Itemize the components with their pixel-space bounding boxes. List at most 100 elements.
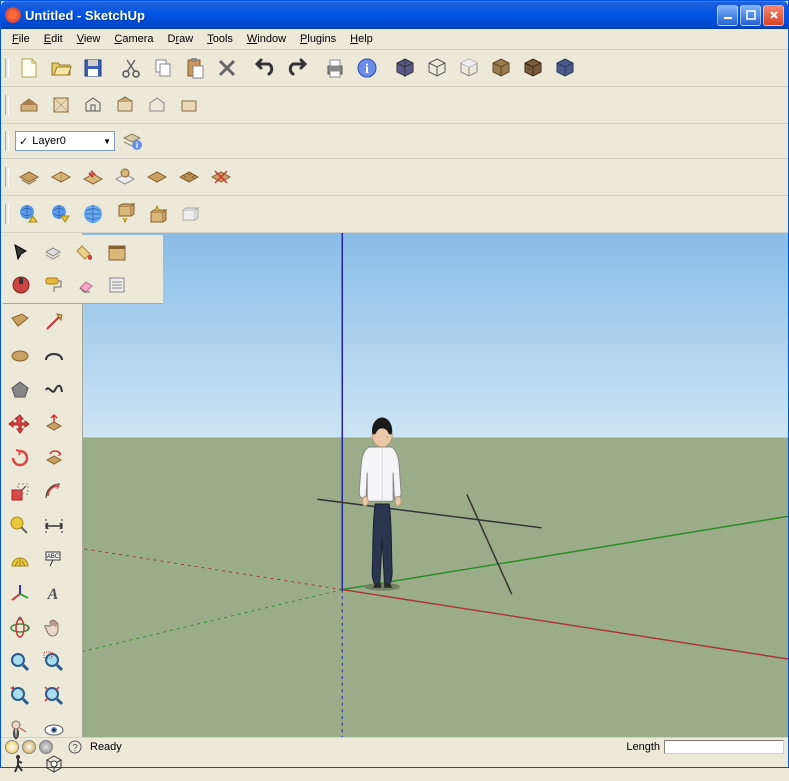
preview-earth-button[interactable] — [78, 199, 108, 229]
redo-button[interactable] — [282, 53, 312, 83]
svg-text:i: i — [136, 141, 138, 150]
polygon-tool-button[interactable] — [4, 374, 36, 406]
style-textured-button[interactable] — [518, 53, 548, 83]
materials-button[interactable] — [102, 238, 132, 268]
svg-text:?: ? — [72, 743, 78, 754]
view-front-house-button[interactable] — [78, 90, 108, 120]
menu-tools[interactable]: Tools — [200, 31, 240, 47]
paint-roll-button[interactable] — [38, 270, 68, 300]
menu-plugins[interactable]: Plugins — [293, 31, 343, 47]
protractor-tool-button[interactable] — [4, 544, 36, 576]
get-models-button[interactable] — [110, 199, 140, 229]
menu-file[interactable]: File — [5, 31, 37, 47]
offset-tool-button[interactable] — [38, 476, 70, 508]
view-top-button[interactable] — [454, 53, 484, 83]
layer-manager-button[interactable]: i — [118, 127, 146, 155]
zoom-tool-button[interactable] — [4, 646, 36, 678]
zoom-previous-button[interactable] — [4, 680, 36, 712]
freehand-tool-button[interactable] — [38, 374, 70, 406]
view-iso-button[interactable] — [390, 53, 420, 83]
toggle-terrain-button[interactable] — [46, 199, 76, 229]
outliner-button[interactable] — [102, 270, 132, 300]
sandbox-detail-button[interactable] — [174, 162, 204, 192]
select-tool-button[interactable] — [6, 238, 36, 268]
3dtext-tool-button[interactable]: A — [38, 578, 70, 610]
followme-tool-button[interactable] — [38, 442, 70, 474]
cut-button[interactable] — [116, 53, 146, 83]
view-front-button[interactable] — [422, 53, 452, 83]
undo-button[interactable] — [250, 53, 280, 83]
arc-tool-button[interactable] — [38, 340, 70, 372]
menu-camera[interactable]: Camera — [107, 31, 160, 47]
viewport-3d[interactable] — [83, 233, 788, 737]
pushpull-tool-button[interactable] — [38, 408, 70, 440]
rotate-tool-button[interactable] — [4, 442, 36, 474]
grip[interactable] — [5, 95, 9, 115]
grip[interactable] — [5, 204, 9, 224]
sandbox-contours-button[interactable] — [14, 162, 44, 192]
scale-tool-button[interactable] — [4, 476, 36, 508]
axes-tool-button[interactable] — [4, 578, 36, 610]
sky-background — [83, 233, 788, 437]
open-file-button[interactable] — [46, 53, 76, 83]
share-component-button[interactable] — [174, 199, 204, 229]
layer-dropdown[interactable]: ✓ Layer0 ▼ — [15, 131, 115, 151]
person-status-icon[interactable] — [22, 740, 36, 754]
print-button[interactable] — [320, 53, 350, 83]
minimize-button[interactable] — [717, 5, 738, 26]
dimension-tool-button[interactable] — [38, 510, 70, 542]
circle-tool-button[interactable] — [4, 340, 36, 372]
sandbox-drape-button[interactable] — [142, 162, 172, 192]
menu-window[interactable]: Window — [240, 31, 293, 47]
view-back-house-button[interactable] — [142, 90, 172, 120]
geo-status-icon[interactable] — [39, 740, 53, 754]
model-info-button[interactable]: i — [352, 53, 382, 83]
text-tool-button[interactable]: ABC — [38, 544, 70, 576]
orbit-tool-button[interactable] — [4, 612, 36, 644]
grip[interactable] — [5, 58, 9, 78]
app-icon — [5, 7, 21, 23]
sandbox-stamp-button[interactable] — [110, 162, 140, 192]
svg-text:i: i — [365, 62, 369, 77]
new-file-button[interactable] — [14, 53, 44, 83]
svg-text:ABC: ABC — [47, 554, 60, 560]
menu-draw[interactable]: Draw — [161, 31, 201, 47]
zoom-extents-button[interactable] — [38, 680, 70, 712]
sandbox-smoove-button[interactable] — [78, 162, 108, 192]
view-right-house-button[interactable] — [110, 90, 140, 120]
delete-button[interactable] — [212, 53, 242, 83]
eraser-button[interactable] — [70, 270, 100, 300]
share-model-button[interactable] — [142, 199, 172, 229]
sandbox-flip-button[interactable] — [206, 162, 236, 192]
sandbox-scratch-button[interactable] — [46, 162, 76, 192]
close-button[interactable] — [763, 5, 784, 26]
save-file-button[interactable] — [78, 53, 108, 83]
titlebar: Untitled - SketchUp — [1, 1, 788, 29]
styles-button[interactable] — [6, 270, 36, 300]
menu-help[interactable]: Help — [343, 31, 380, 47]
view-left-house-button[interactable] — [174, 90, 204, 120]
pan-tool-button[interactable] — [38, 612, 70, 644]
menu-view[interactable]: View — [70, 31, 108, 47]
style-mono-button[interactable] — [550, 53, 580, 83]
move-tool-button[interactable] — [4, 408, 36, 440]
paste-button[interactable] — [180, 53, 210, 83]
view-top-house-button[interactable] — [46, 90, 76, 120]
rectangle-tool-button[interactable] — [4, 306, 36, 338]
grip[interactable] — [5, 167, 9, 187]
zoom-window-button[interactable] — [38, 646, 70, 678]
get-location-button[interactable] — [14, 199, 44, 229]
paint-bucket-button[interactable] — [70, 238, 100, 268]
grip[interactable] — [5, 131, 9, 151]
copy-button[interactable] — [148, 53, 178, 83]
maximize-button[interactable] — [740, 5, 761, 26]
style-shaded-button[interactable] — [486, 53, 516, 83]
view-iso-house-button[interactable] — [14, 90, 44, 120]
line-tool-button[interactable] — [38, 306, 70, 338]
tape-tool-button[interactable] — [4, 510, 36, 542]
measurement-input[interactable] — [664, 740, 784, 754]
help-icon[interactable] — [5, 740, 19, 754]
layer-visible-check-icon: ✓ — [19, 135, 28, 148]
component-tool-button[interactable] — [38, 238, 68, 268]
menu-edit[interactable]: Edit — [37, 31, 70, 47]
